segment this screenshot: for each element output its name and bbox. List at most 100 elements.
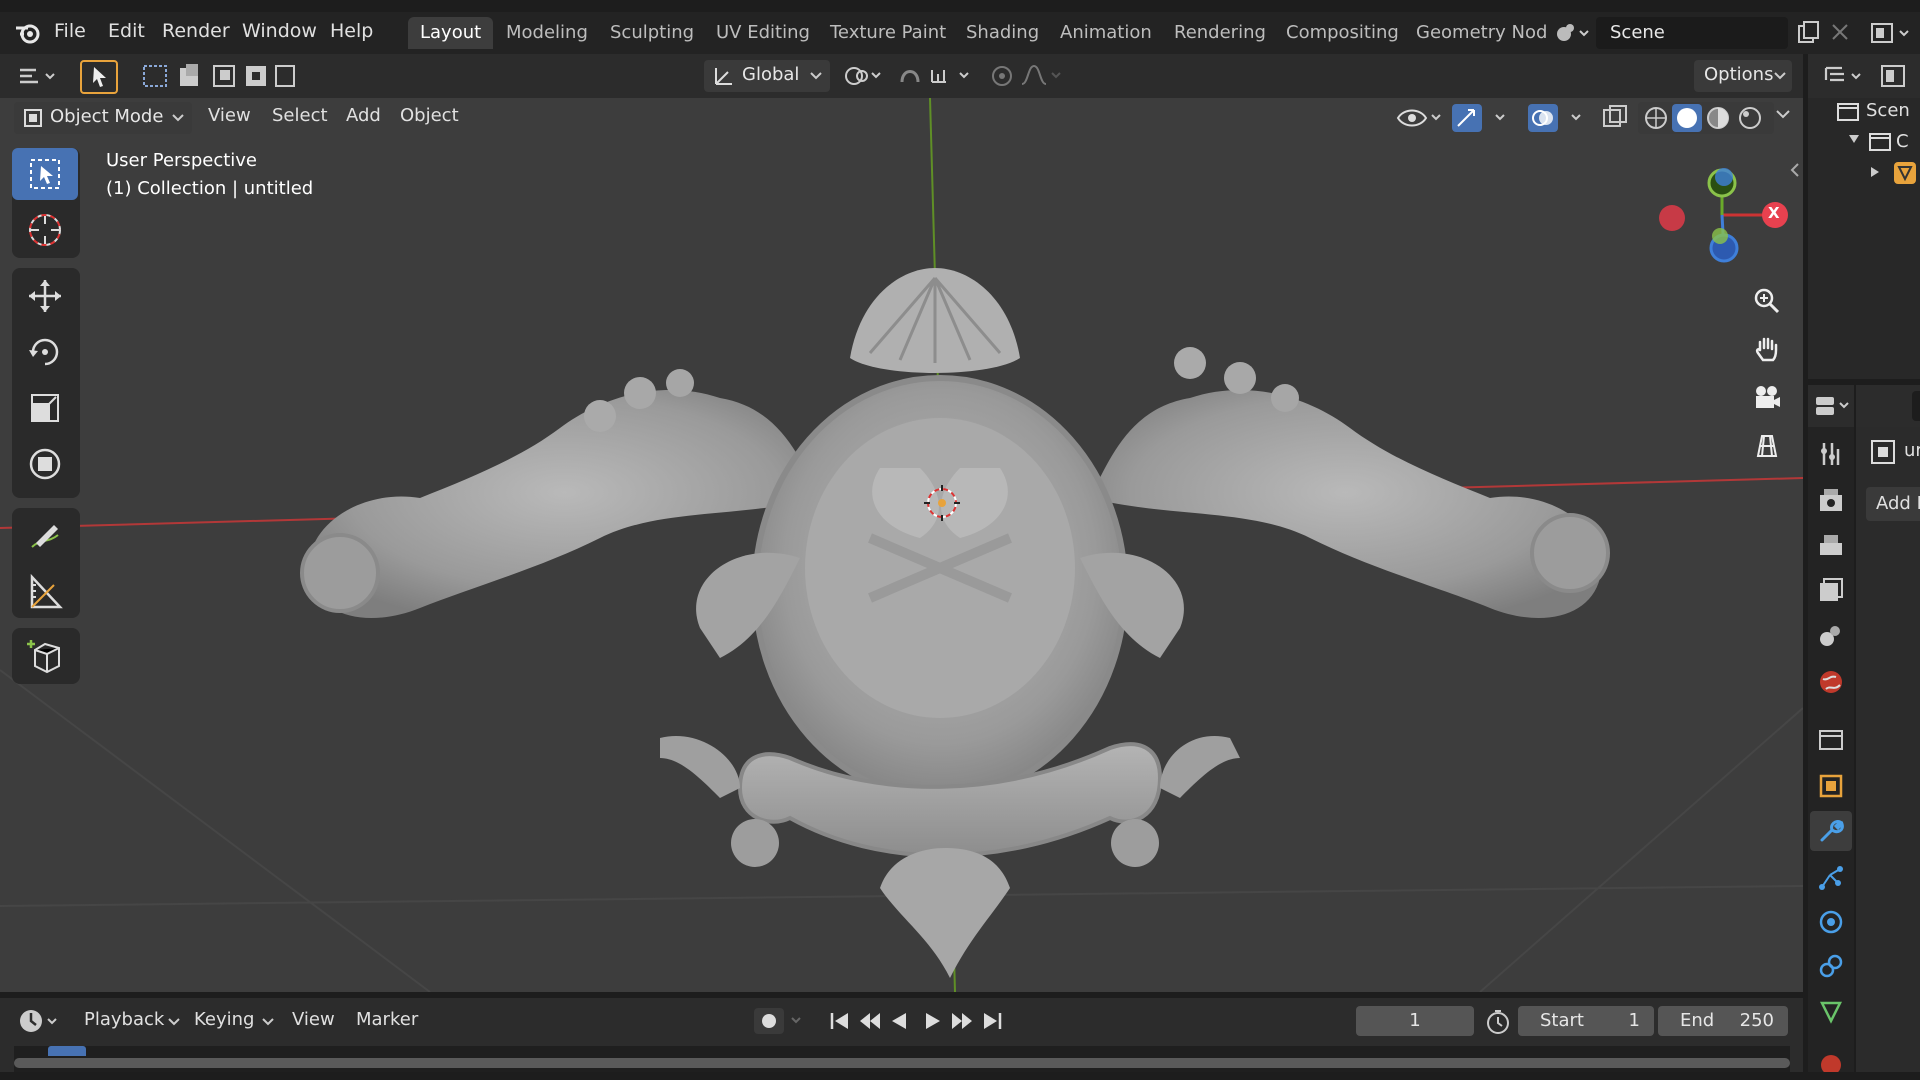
proportional-editing-controls[interactable] (988, 60, 1070, 92)
collection-properties-icon[interactable] (1818, 727, 1844, 753)
modifier-properties-tab[interactable] (1810, 811, 1852, 851)
outliner-header (1808, 54, 1920, 98)
outliner-collection-label[interactable]: C (1896, 131, 1909, 152)
pan-hand-icon[interactable] (1744, 326, 1790, 372)
gizmo-toggle[interactable] (1450, 102, 1518, 134)
scene-properties-icon[interactable] (1818, 623, 1844, 649)
object-mode-dropdown[interactable]: Object Mode (14, 102, 192, 134)
tool-settings-icon[interactable] (1818, 441, 1844, 467)
properties-editor-type-icon[interactable] (1808, 385, 1854, 427)
visibility-dropdown[interactable] (1394, 102, 1444, 134)
keying-menu[interactable]: Keying (186, 1006, 278, 1036)
expand-collection-icon[interactable] (1848, 134, 1860, 144)
overlays-toggle[interactable] (1526, 102, 1594, 134)
constraints-properties-icon[interactable] (1818, 953, 1844, 979)
viewport-menu-view[interactable]: View (208, 105, 251, 126)
object-mode-icon (24, 109, 42, 127)
snapping-controls[interactable] (896, 60, 986, 92)
menu-render[interactable]: Render (162, 20, 230, 42)
object-properties-icon[interactable] (1818, 773, 1844, 799)
tab-shading[interactable]: Shading (954, 17, 1051, 49)
playhead[interactable] (48, 1046, 86, 1056)
view-layer-properties-icon[interactable] (1818, 577, 1844, 603)
timeline-scrollbar[interactable] (14, 1058, 1790, 1068)
add-cube-tool[interactable] (12, 630, 78, 682)
playback-controls[interactable] (826, 1006, 1016, 1036)
orthographic-toggle-icon[interactable] (1744, 422, 1790, 468)
next-keyframe-icon (952, 1013, 972, 1029)
sidebar-toggle-chevron-icon[interactable] (1790, 162, 1800, 178)
scene-browse-icon[interactable] (1552, 18, 1592, 48)
delete-scene-icon[interactable] (1828, 20, 1852, 44)
tab-compositing[interactable]: Compositing (1274, 17, 1411, 49)
timeline-menu-marker[interactable]: Marker (356, 1009, 418, 1030)
tab-rendering[interactable]: Rendering (1162, 17, 1278, 49)
outliner-editor-type-icon[interactable] (1822, 62, 1868, 90)
tab-uv-editing[interactable]: UV Editing (704, 17, 822, 49)
select-box-tool[interactable] (12, 148, 78, 200)
cursor-tool[interactable] (12, 204, 78, 256)
3d-viewport[interactable]: X Object Mode View Select Add Object Use… (0, 98, 1803, 992)
scale-tool[interactable] (12, 382, 78, 434)
blender-logo-icon[interactable] (14, 20, 42, 46)
orientation-dropdown[interactable]: Global (704, 60, 830, 92)
zoom-icon[interactable] (1744, 278, 1790, 324)
pivot-point-dropdown[interactable] (840, 60, 888, 92)
editor-type-icon[interactable] (16, 62, 62, 90)
start-frame-field[interactable]: Start 1 (1518, 1006, 1654, 1036)
timeline-editor-type-icon[interactable] (16, 1006, 62, 1036)
current-frame-field[interactable]: 1 (1356, 1006, 1474, 1036)
end-frame-field[interactable]: End 250 (1658, 1006, 1788, 1036)
tab-animation[interactable]: Animation (1048, 17, 1164, 49)
expand-object-icon[interactable] (1870, 166, 1880, 178)
scene-name-field[interactable]: Scene (1596, 17, 1788, 49)
jump-start-icon (830, 1013, 848, 1029)
play-icon (926, 1013, 940, 1029)
playback-menu[interactable]: Playback (74, 1006, 184, 1036)
physics-properties-icon[interactable] (1818, 909, 1844, 935)
camera-view-icon[interactable] (1744, 374, 1790, 420)
gizmo-neg-x[interactable] (1659, 205, 1685, 231)
menu-edit[interactable]: Edit (108, 20, 145, 42)
viewport-menu-object[interactable]: Object (400, 105, 459, 126)
active-tool-icon[interactable] (80, 60, 118, 94)
mesh-object-icon[interactable] (1894, 162, 1916, 184)
transform-tool[interactable] (12, 438, 78, 490)
auto-keying-toggle[interactable] (752, 1006, 810, 1036)
tab-texture-paint[interactable]: Texture Paint (818, 17, 958, 49)
chevron-down-icon (172, 114, 184, 122)
preview-range-clock-icon[interactable] (1484, 1008, 1512, 1036)
xray-toggle[interactable] (1600, 102, 1630, 134)
tab-modeling[interactable]: Modeling (494, 17, 600, 49)
timeline-menu-view[interactable]: View (292, 1009, 335, 1030)
data-properties-icon[interactable] (1818, 999, 1844, 1025)
world-properties-icon[interactable] (1818, 669, 1844, 695)
shading-options-chevron-icon[interactable] (1776, 110, 1790, 120)
options-dropdown[interactable]: Options (1694, 60, 1792, 92)
display-mode-icon[interactable] (1878, 62, 1918, 90)
selection-mode-icons[interactable] (140, 62, 296, 90)
menu-help[interactable]: Help (330, 20, 373, 42)
shading-mode-group[interactable] (1638, 102, 1774, 134)
new-scene-icon[interactable] (1796, 20, 1822, 46)
move-tool[interactable] (12, 270, 78, 322)
menu-file[interactable]: File (54, 20, 86, 42)
viewport-menu-select[interactable]: Select (272, 105, 328, 126)
add-modifier-button[interactable]: Add M (1866, 487, 1920, 521)
outliner-scene-collection-label[interactable]: Scen (1866, 100, 1910, 121)
tab-layout[interactable]: Layout (408, 17, 494, 49)
properties-search-field[interactable] (1912, 391, 1920, 421)
annotate-tool[interactable] (12, 510, 78, 562)
play-reverse-icon (892, 1013, 906, 1029)
object-name-label[interactable]: ur (1904, 440, 1920, 461)
measure-tool[interactable] (12, 566, 78, 618)
tab-sculpting[interactable]: Sculpting (598, 17, 706, 49)
render-properties-icon[interactable] (1818, 487, 1844, 513)
output-properties-icon[interactable] (1818, 533, 1844, 559)
viewport-menu-add[interactable]: Add (346, 105, 381, 126)
menu-window[interactable]: Window (242, 20, 317, 42)
particles-properties-icon[interactable] (1818, 865, 1844, 891)
tab-geometry-nodes[interactable]: Geometry Nod (1404, 17, 1559, 49)
rotate-tool[interactable] (12, 326, 78, 378)
view-layer-icon[interactable] (1868, 18, 1918, 48)
